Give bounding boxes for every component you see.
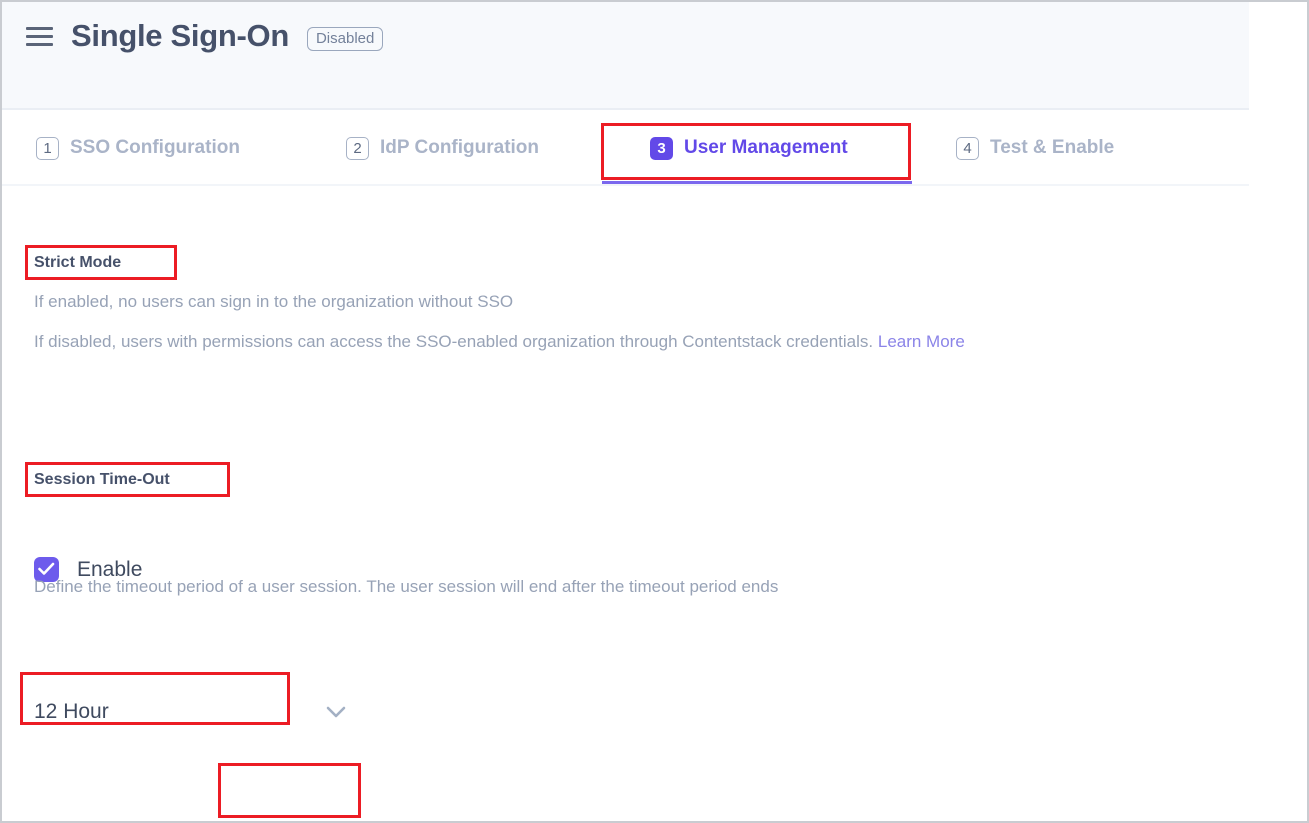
strict-mode-description-text: If disabled, users with permissions can … — [34, 332, 873, 351]
learn-more-link[interactable]: Learn More — [878, 332, 965, 351]
active-tab-underline — [602, 181, 912, 184]
tab-label: Test & Enable — [990, 137, 1114, 159]
session-timeout-heading: Session Time-Out — [34, 471, 170, 489]
hamburger-icon[interactable] — [26, 24, 53, 48]
tab-idp-configuration[interactable]: 2 IdP Configuration — [340, 112, 545, 184]
tab-number-badge: 4 — [956, 137, 979, 160]
tab-number-badge: 1 — [36, 137, 59, 160]
hamburger-bar — [26, 35, 53, 38]
tab-label: IdP Configuration — [380, 137, 539, 159]
tab-label: User Management — [684, 137, 848, 159]
tab-number-badge: 2 — [346, 137, 369, 160]
strict-mode-heading: Strict Mode — [34, 254, 121, 272]
page-title: Single Sign-On — [71, 18, 289, 54]
checkmark-icon — [38, 562, 55, 577]
strict-mode-description-line-2: If disabled, users with permissions can … — [34, 332, 965, 352]
chevron-down-icon — [324, 703, 348, 726]
sso-settings-page: Single Sign-On Disabled 1 SSO Configurat… — [0, 0, 1309, 823]
strict-mode-description-line-1: If enabled, no users can sign in to the … — [34, 292, 513, 312]
annotation-box-next-button — [218, 763, 361, 818]
hamburger-bar — [26, 27, 53, 30]
header-title-row: Single Sign-On Disabled — [26, 18, 383, 54]
hamburger-bar — [26, 43, 53, 46]
tab-test-and-enable[interactable]: 4 Test & Enable — [950, 112, 1120, 184]
session-timeout-description: Define the timeout period of a user sess… — [34, 577, 778, 597]
wizard-tabs: 1 SSO Configuration 2 IdP Configuration … — [2, 112, 1249, 186]
session-timeout-value: 12 Hour — [34, 700, 109, 724]
tab-sso-configuration[interactable]: 1 SSO Configuration — [30, 112, 246, 184]
tab-number-badge: 3 — [650, 137, 673, 160]
page-header: Single Sign-On Disabled — [2, 2, 1249, 110]
status-badge: Disabled — [307, 27, 383, 51]
tab-user-management[interactable]: 3 User Management — [644, 112, 854, 184]
tab-label: SSO Configuration — [70, 137, 240, 159]
session-timeout-select[interactable]: 12 Hour — [34, 700, 354, 724]
